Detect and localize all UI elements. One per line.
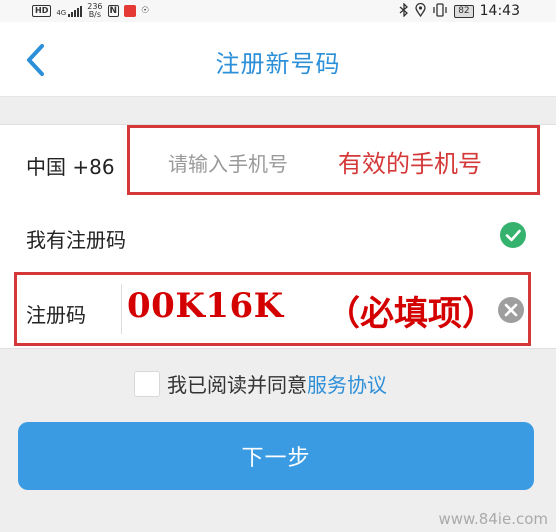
app-notification-icon	[124, 5, 137, 17]
app-notification-icon-2: ☉	[141, 6, 150, 16]
cellular-signal-icon: 4G	[56, 5, 83, 17]
has-registration-code-row[interactable]: 我有注册码	[0, 200, 556, 273]
bluetooth-icon	[399, 1, 409, 20]
phone-number-input[interactable]: 请输入手机号	[168, 148, 288, 177]
registration-code-row: 注册码 00K16K （必填项）	[0, 272, 556, 349]
agreement-checkbox[interactable]	[134, 370, 160, 397]
vibrate-icon	[432, 2, 448, 20]
nfc-icon: N	[107, 5, 120, 17]
location-icon	[415, 2, 426, 20]
battery-icon: 82	[454, 4, 474, 18]
code-label: 注册码	[26, 303, 86, 327]
status-bar: HD 4G 236 B/s N ☉ 82 14:43	[0, 0, 556, 22]
watermark: www.84ie.com	[438, 510, 548, 528]
country-code-selector[interactable]: 中国 +86	[26, 151, 115, 180]
app-header: 注册新号码	[0, 22, 556, 97]
has-code-label: 我有注册码	[26, 228, 126, 252]
phone-input-highlight: 请输入手机号 有效的手机号	[127, 125, 540, 195]
clear-input-icon[interactable]	[497, 296, 525, 324]
divider	[121, 284, 122, 334]
speed-unit: B/s	[88, 10, 102, 19]
network-type-label: 4G	[56, 8, 67, 17]
next-step-button[interactable]: 下一步	[18, 422, 534, 490]
network-speed: 236 B/s	[87, 3, 102, 19]
hd-call-icon: HD	[32, 5, 52, 17]
service-agreement-link[interactable]: 服务协议	[307, 369, 387, 398]
registration-code-input[interactable]: 00K16K	[127, 286, 284, 326]
code-required-annotation: （必填项）	[326, 294, 496, 334]
phone-number-row: 中国 +86 请输入手机号 有效的手机号	[0, 124, 556, 202]
agreement-row: 我已阅读并同意 服务协议	[134, 369, 387, 398]
status-time: 14:43	[479, 3, 520, 19]
page-title: 注册新号码	[215, 50, 341, 78]
agreement-text: 我已阅读并同意	[167, 373, 307, 397]
phone-annotation: 有效的手机号	[338, 150, 482, 178]
checkmark-circle-icon[interactable]	[500, 222, 526, 248]
